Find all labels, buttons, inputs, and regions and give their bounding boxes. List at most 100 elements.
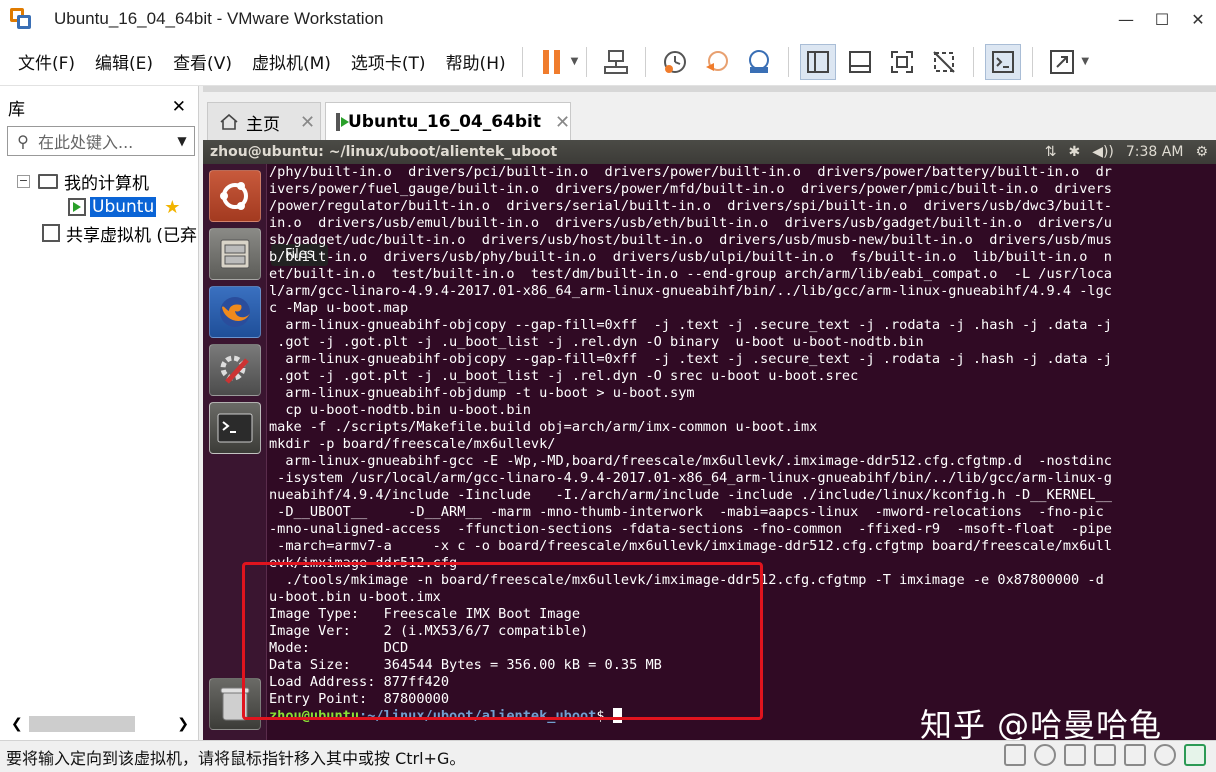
files-launcher-button[interactable]	[209, 228, 261, 280]
tree-label-my-computer: 我的计算机	[64, 173, 149, 194]
tree-label-ubuntu-vm: Ubuntu	[90, 197, 157, 217]
terminal-line: arm-linux-gnueabihf-gcc -E -Wp,-MD,board…	[269, 453, 1112, 469]
tree-item-my-computer[interactable]: − 我的计算机	[0, 168, 199, 194]
menu-help[interactable]: 帮助(H)	[446, 49, 506, 74]
toolbar-separator	[521, 46, 523, 77]
vmware-logo-icon	[8, 6, 34, 32]
system-settings-button[interactable]	[209, 344, 261, 396]
network-adapter-icon[interactable]	[1064, 744, 1086, 766]
revert-snapshot-button[interactable]	[699, 44, 735, 80]
terminal-line: mkdir -p board/freescale/mx6ullevk/	[269, 436, 556, 452]
unity-button[interactable]	[926, 44, 962, 80]
terminal-line: -isystem /usr/local/arm/gcc-linaro-4.9.4…	[269, 470, 1112, 486]
terminal-line: /power/regulator/built-in.o drivers/seri…	[269, 198, 1112, 214]
menu-file[interactable]: 文件(F)	[18, 49, 75, 74]
terminal-line: .got -j .got.plt -j .u_boot_list -j .rel…	[269, 368, 859, 384]
library-panel: 库 ✕ ⚲ 在此处键入... ▼ − 我的计算机 Ubuntu ★ 共享虚拟机 …	[0, 86, 199, 740]
search-icon: ⚲	[17, 131, 29, 151]
terminal-line: -D__UBOOT__ -D__ARM__ -marm -mno-thumb-i…	[269, 504, 1104, 520]
tab-home-close-icon[interactable]: ✕	[300, 112, 315, 133]
tab-vm-close-icon[interactable]: ✕	[555, 112, 570, 133]
search-placeholder: 在此处键入...	[38, 133, 134, 152]
library-horizontal-scrollbar[interactable]: ❮ ❯	[7, 712, 193, 736]
collapse-icon[interactable]: −	[17, 174, 30, 188]
vm-running-icon	[336, 113, 349, 131]
toolbar-separator	[973, 46, 975, 77]
scroll-left-icon[interactable]: ❮	[11, 716, 23, 732]
firefox-icon	[220, 297, 250, 327]
message-log-icon[interactable]	[1184, 744, 1206, 766]
terminal-line: et/built-in.o test/built-in.o test/dm/bu…	[269, 266, 1112, 282]
terminal-line: make -f ./scripts/Makefile.build obj=arc…	[269, 419, 818, 435]
title-bar: Ubuntu_16_04_64bit - VMware Workstation …	[0, 0, 1216, 38]
snapshot-manager-icon	[749, 49, 770, 73]
shared-vm-icon	[42, 224, 60, 242]
scrollbar-thumb[interactable]	[29, 716, 135, 732]
thumbnail-bar-icon	[849, 50, 872, 73]
full-screen-button[interactable]	[884, 44, 920, 80]
terminal-line: l/arm/gcc-linaro-4.9.4-2017.01-x86_64_ar…	[269, 283, 1112, 299]
status-message: 要将输入定向到该虚拟机，请将鼠标指针移入其中或按 Ctrl+G。	[6, 748, 466, 768]
send-ctrl-alt-del-button[interactable]	[598, 44, 634, 80]
thumbnail-bar-button[interactable]	[842, 44, 878, 80]
tree-item-shared-vms[interactable]: 共享虚拟机 (已弃	[0, 220, 199, 246]
cd-dvd-icon[interactable]	[1034, 744, 1056, 766]
console-view-button[interactable]	[985, 43, 1022, 80]
library-search-input[interactable]: ⚲ 在此处键入... ▼	[7, 126, 195, 156]
console-icon	[992, 50, 1015, 73]
stretch-icon	[1050, 49, 1075, 74]
menu-edit[interactable]: 编辑(E)	[95, 49, 153, 74]
toolbar-separator	[586, 46, 588, 77]
pause-icon	[542, 49, 560, 74]
home-icon	[220, 114, 238, 130]
tab-bar: 主页 ✕ Ubuntu_16_04_64bit ✕	[203, 86, 1216, 142]
menu-tabs[interactable]: 选项卡(T)	[351, 49, 426, 74]
search-dropdown-icon[interactable]: ▼	[170, 134, 194, 148]
terminal-line: -march=armv7-a -x c -o board/freescale/m…	[269, 538, 1112, 554]
printer-icon[interactable]	[1094, 744, 1116, 766]
file-cabinet-icon	[220, 239, 250, 269]
settings-gear-icon[interactable]: ⚙	[1195, 144, 1208, 160]
favorite-star-icon: ★	[164, 196, 181, 218]
tree-item-ubuntu-vm[interactable]: Ubuntu ★	[0, 194, 199, 220]
minimize-button[interactable]: —	[1108, 0, 1144, 38]
tab-vm-label: Ubuntu_16_04_64bit	[348, 112, 542, 132]
usb-device-icon[interactable]	[1154, 744, 1176, 766]
snapshot-button[interactable]	[657, 44, 693, 80]
pause-button[interactable]	[534, 44, 570, 80]
unity-icon	[933, 50, 956, 73]
volume-icon[interactable]: ◀))	[1092, 144, 1114, 160]
snapshot-manager-button[interactable]	[741, 44, 777, 80]
terminal-line: nueabihf/4.9.4/include -Iinclude -I./arc…	[269, 487, 1112, 503]
pause-dropdown-icon[interactable]: ▼	[571, 56, 579, 67]
network-icon	[604, 49, 629, 74]
bluetooth-icon[interactable]: ✱	[1068, 144, 1080, 160]
sound-card-icon[interactable]	[1124, 744, 1146, 766]
toolbar-separator	[1032, 46, 1034, 77]
menu-vm[interactable]: 虚拟机(M)	[252, 49, 331, 74]
stretch-guest-button[interactable]	[1044, 44, 1080, 80]
terminal-launcher-button[interactable]	[209, 402, 261, 454]
tab-home[interactable]: 主页 ✕	[207, 102, 321, 142]
stretch-dropdown-icon[interactable]: ▼	[1081, 56, 1089, 67]
ubuntu-dash-button[interactable]	[209, 170, 261, 222]
library-close-icon[interactable]: ✕	[172, 97, 186, 117]
close-button[interactable]: ✕	[1180, 0, 1216, 38]
hard-disk-icon[interactable]	[1004, 744, 1026, 766]
computer-icon	[38, 173, 58, 189]
terminal-line: cp u-boot-nodtb.bin u-boot.bin	[269, 402, 531, 418]
menu-view[interactable]: 查看(V)	[173, 49, 232, 74]
maximize-button[interactable]: ☐	[1144, 0, 1180, 38]
terminal-window-title: zhou@ubuntu: ~/linux/uboot/alientek_uboo…	[210, 144, 558, 160]
terminal-line: .got -j .got.plt -j .u_boot_list -j .rel…	[269, 334, 924, 350]
toolbar-separator	[788, 46, 790, 77]
network-arrows-icon[interactable]: ⇅	[1045, 144, 1057, 160]
scroll-right-icon[interactable]: ❯	[177, 716, 189, 732]
clock[interactable]: 7:38 AM	[1126, 144, 1184, 160]
tab-ubuntu-vm[interactable]: Ubuntu_16_04_64bit ✕	[325, 102, 571, 142]
show-library-button[interactable]	[800, 43, 837, 80]
firefox-launcher-button[interactable]	[209, 286, 261, 338]
library-tree: − 我的计算机 Ubuntu ★ 共享虚拟机 (已弃	[0, 168, 199, 246]
status-bar: 要将输入定向到该虚拟机，请将鼠标指针移入其中或按 Ctrl+G。	[0, 740, 1216, 772]
full-screen-icon	[891, 50, 914, 73]
